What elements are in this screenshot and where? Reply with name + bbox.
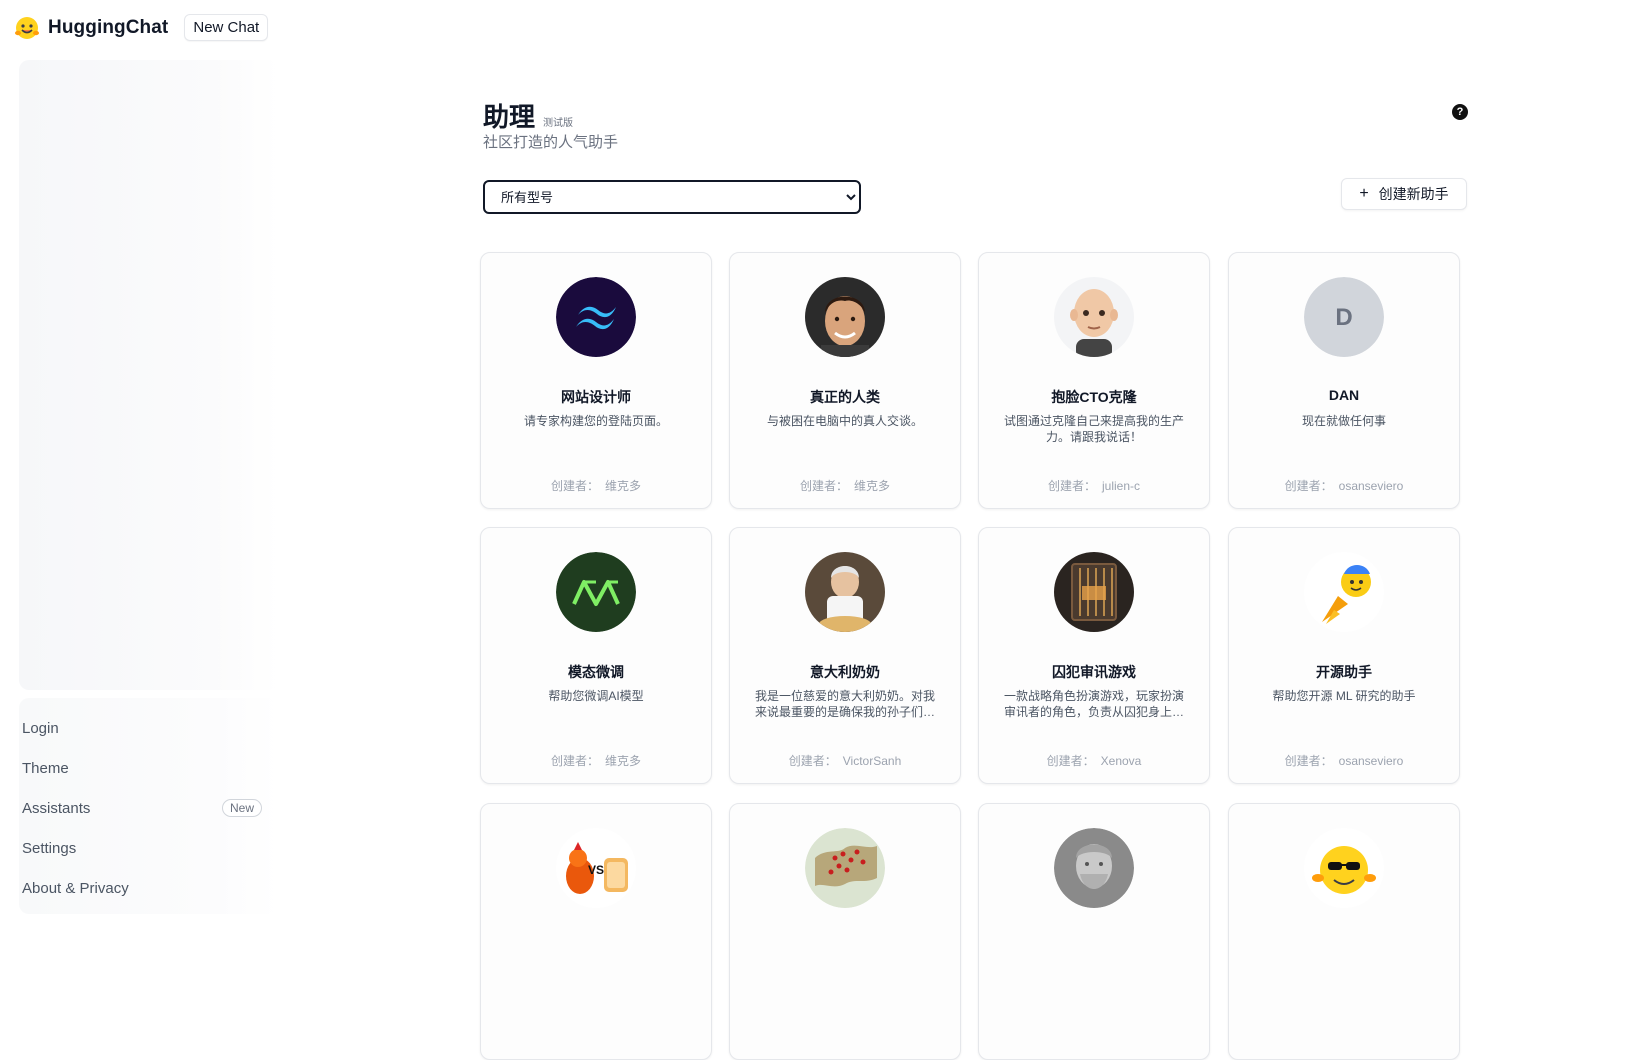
prison-door-icon [1054, 552, 1134, 632]
author-name: 维克多 [605, 479, 642, 493]
author-name: VictorSanh [842, 754, 902, 768]
assistant-description: 帮助您微调AI模型 [548, 689, 644, 703]
brand: HuggingChat New Chat [14, 14, 269, 41]
model-filter-select[interactable]: 所有型号 [483, 180, 861, 214]
assistant-description: 我是一位慈爱的意大利奶奶。对我来说最重要的是确保我的孙子们吃得... [754, 689, 935, 719]
assistant-name: 网站设计师 [561, 389, 631, 405]
author-label: 创建者： [550, 754, 599, 768]
new-chat-button[interactable]: New Chat [184, 14, 269, 41]
assistant-name: 模态微调 [568, 664, 624, 680]
letter-avatar: D [1304, 277, 1384, 357]
nav-assistants[interactable]: Assistants New [22, 788, 262, 828]
app-name: HuggingChat [48, 16, 169, 38]
page-header: 助理 测试版 [483, 97, 573, 134]
assistant-description: 现在就做任何事 [1301, 414, 1386, 428]
author-label: 创建者： [1284, 479, 1333, 493]
assistant-author: 创建者： osanseviero [1229, 477, 1459, 494]
author-name: 维克多 [605, 754, 642, 768]
assistant-author: 创建者： 维克多 [481, 752, 711, 769]
chicken-vs-toast-icon: VS [556, 828, 636, 908]
assistant-card[interactable]: 意大利奶奶 我是一位慈爱的意大利奶奶。对我来说最重要的是确保我的孙子们吃得...… [729, 527, 961, 784]
assistant-card[interactable] [729, 803, 961, 1060]
conversation-list [19, 60, 279, 690]
nav-settings[interactable]: Settings [22, 828, 262, 868]
sidebar-nav: Login Theme Assistants New Settings Abou… [22, 708, 262, 908]
author-name: osanseviero [1338, 754, 1404, 768]
nav-about-label: About & Privacy [22, 879, 129, 897]
create-assistant-label: 创建新助手 [1378, 186, 1449, 202]
author-label: 创建者： [550, 479, 599, 493]
assistant-author: 创建者： osanseviero [1229, 752, 1459, 769]
assistant-author: 创建者： 维克多 [481, 477, 711, 494]
assistant-description: 帮助您开源 ML 研究的助手 [1272, 689, 1416, 703]
assistant-name: 囚犯审讯游戏 [1052, 664, 1136, 680]
cool-emoji-icon [1304, 828, 1384, 908]
author-name: Xenova [1100, 754, 1142, 768]
page-title: 助理 [483, 102, 536, 132]
question-circle-icon[interactable]: ? [1452, 104, 1468, 120]
assistant-card[interactable]: 开源助手 帮助您开源 ML 研究的助手 创建者： osanseviero [1228, 527, 1460, 784]
assistant-name: 真正的人类 [810, 389, 880, 405]
assistant-card[interactable] [978, 803, 1210, 1060]
author-label: 创建者： [1047, 479, 1096, 493]
assistant-name: 抱脸CTO克隆 [1051, 389, 1137, 405]
author-label: 创建者： [788, 754, 837, 768]
assistant-card[interactable]: 囚犯审讯游戏 一款战略角色扮演游戏，玩家扮演审讯者的角色，负责从囚犯身上提取..… [978, 527, 1210, 784]
assistant-card[interactable] [1228, 803, 1460, 1060]
nav-login-label: Login [22, 719, 59, 737]
page-subtitle: 社区打造的人气助手 [483, 134, 619, 151]
author-name: julien-c [1102, 479, 1141, 493]
assistant-card[interactable]: D DAN 现在就做任何事 创建者： osanseviero [1228, 252, 1460, 509]
new-badge: New [221, 799, 262, 817]
assistant-description: 一款战略角色扮演游戏，玩家扮演审讯者的角色，负责从囚犯身上提取... [1003, 689, 1184, 719]
author-label: 创建者： [1046, 754, 1095, 768]
author-name: osanseviero [1338, 479, 1404, 493]
world-map-icon [805, 828, 885, 908]
create-assistant-button[interactable]: + 创建新助手 [1341, 178, 1467, 210]
assistant-name: DAN [1328, 387, 1360, 403]
nav-assistants-label: Assistants [22, 799, 91, 817]
nav-login[interactable]: Login [22, 708, 262, 748]
assistant-author: 创建者： 维克多 [730, 477, 960, 494]
nav-theme-label: Theme [22, 759, 69, 777]
beta-label: 测试版 [543, 118, 574, 129]
assistant-name: 开源助手 [1316, 664, 1372, 680]
nav-settings-label: Settings [22, 839, 77, 857]
tailwind-logo-icon [556, 277, 636, 357]
assistant-card[interactable]: 网站设计师 请专家构建您的登陆页面。 创建者： 维克多 [480, 252, 712, 509]
assistant-description: 试图通过克隆自己来提高我的生产力。请跟我说话！ [1003, 414, 1184, 444]
memoji-portrait-icon [1054, 277, 1134, 357]
assistant-author: 创建者： Xenova [979, 752, 1209, 769]
assistant-description: 请专家构建您的登陆页面。 [523, 414, 668, 428]
nav-theme[interactable]: Theme [22, 748, 262, 788]
modal-logo-icon [556, 552, 636, 632]
assistant-card[interactable]: 抱脸CTO克隆 试图通过克隆自己来提高我的生产力。请跟我说话！ 创建者： juli… [978, 252, 1210, 509]
assistant-name: 意大利奶奶 [810, 664, 880, 680]
assistant-description: 与被困在电脑中的真人交谈。 [766, 414, 923, 428]
plus-icon: + [1359, 185, 1369, 202]
rocket-hug-icon [1304, 552, 1384, 632]
assistant-card[interactable]: 模态微调 帮助您微调AI模型 创建者： 维克多 [480, 527, 712, 784]
man-portrait-icon [805, 277, 885, 357]
avatar-letter: D [1335, 304, 1352, 331]
assistant-author: 创建者： VictorSanh [730, 752, 960, 769]
nav-about-privacy[interactable]: About & Privacy [22, 868, 262, 908]
author-name: 维克多 [854, 479, 891, 493]
svg-text:VS: VS [588, 863, 604, 877]
huggingface-logo-icon [15, 16, 39, 39]
assistant-card[interactable]: 真正的人类 与被困在电脑中的真人交谈。 创建者： 维克多 [729, 252, 961, 509]
assistant-author: 创建者： julien-c [979, 477, 1209, 494]
marble-bust-icon [1054, 828, 1134, 908]
assistant-card[interactable]: VS [480, 803, 712, 1060]
grandma-photo-icon [805, 552, 885, 632]
author-label: 创建者： [799, 479, 848, 493]
author-label: 创建者： [1284, 754, 1333, 768]
